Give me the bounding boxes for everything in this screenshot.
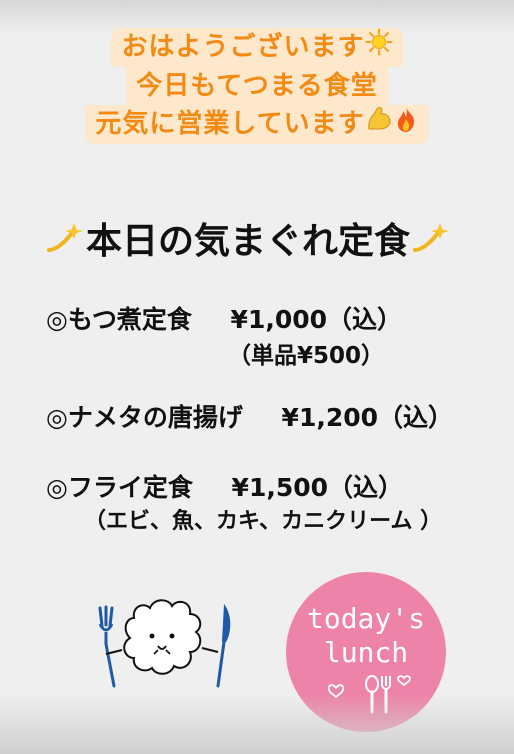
menu-item-note: （単品¥500） bbox=[228, 343, 385, 369]
menu-item-price: ¥1,200（込） bbox=[281, 403, 454, 432]
menu-title: 本日の気まぐれ定食 bbox=[44, 218, 452, 267]
dizzy-sparkle-icon bbox=[46, 219, 84, 267]
menu-item-price: ¥1,500（込） bbox=[231, 473, 404, 502]
dizzy-sparkle-icon bbox=[412, 219, 450, 267]
badge-line-2: lunch bbox=[323, 636, 409, 669]
sheep-with-fork-and-knife-icon bbox=[92, 592, 242, 692]
greeting-banner: おはようございます 今日もてつまる食堂 元気に営業しています bbox=[54, 28, 460, 144]
menu-item-price: ¥1,000（込） bbox=[230, 305, 403, 334]
menu-item-fry: ◎フライ定食 ¥1,500（込） bbox=[46, 470, 403, 506]
greeting-line-3: 元気に営業しています bbox=[85, 105, 429, 144]
bottom-gradient bbox=[0, 694, 514, 754]
fire-icon bbox=[393, 105, 419, 144]
menu-item-nameta-karaage: ◎ナメタの唐揚げ ¥1,200（込） bbox=[46, 400, 453, 436]
menu-item-name: ◎もつ煮定食 bbox=[46, 305, 192, 334]
badge-line-1: today's bbox=[306, 602, 425, 635]
menu-item-motsuni: ◎もつ煮定食 ¥1,000（込） bbox=[46, 302, 402, 338]
greeting-line-1: おはようございます bbox=[111, 28, 403, 67]
sun-icon bbox=[364, 28, 393, 67]
menu-item-name: ◎フライ定食 bbox=[46, 473, 193, 502]
menu-item-name: ◎ナメタの唐揚げ bbox=[46, 403, 243, 432]
menu-item-note: （エビ、魚、カキ、カニクリーム ） bbox=[84, 509, 443, 534]
greeting-line-2: 今日もてつまる食堂 bbox=[126, 67, 388, 105]
flexed-biceps-icon bbox=[365, 105, 393, 144]
